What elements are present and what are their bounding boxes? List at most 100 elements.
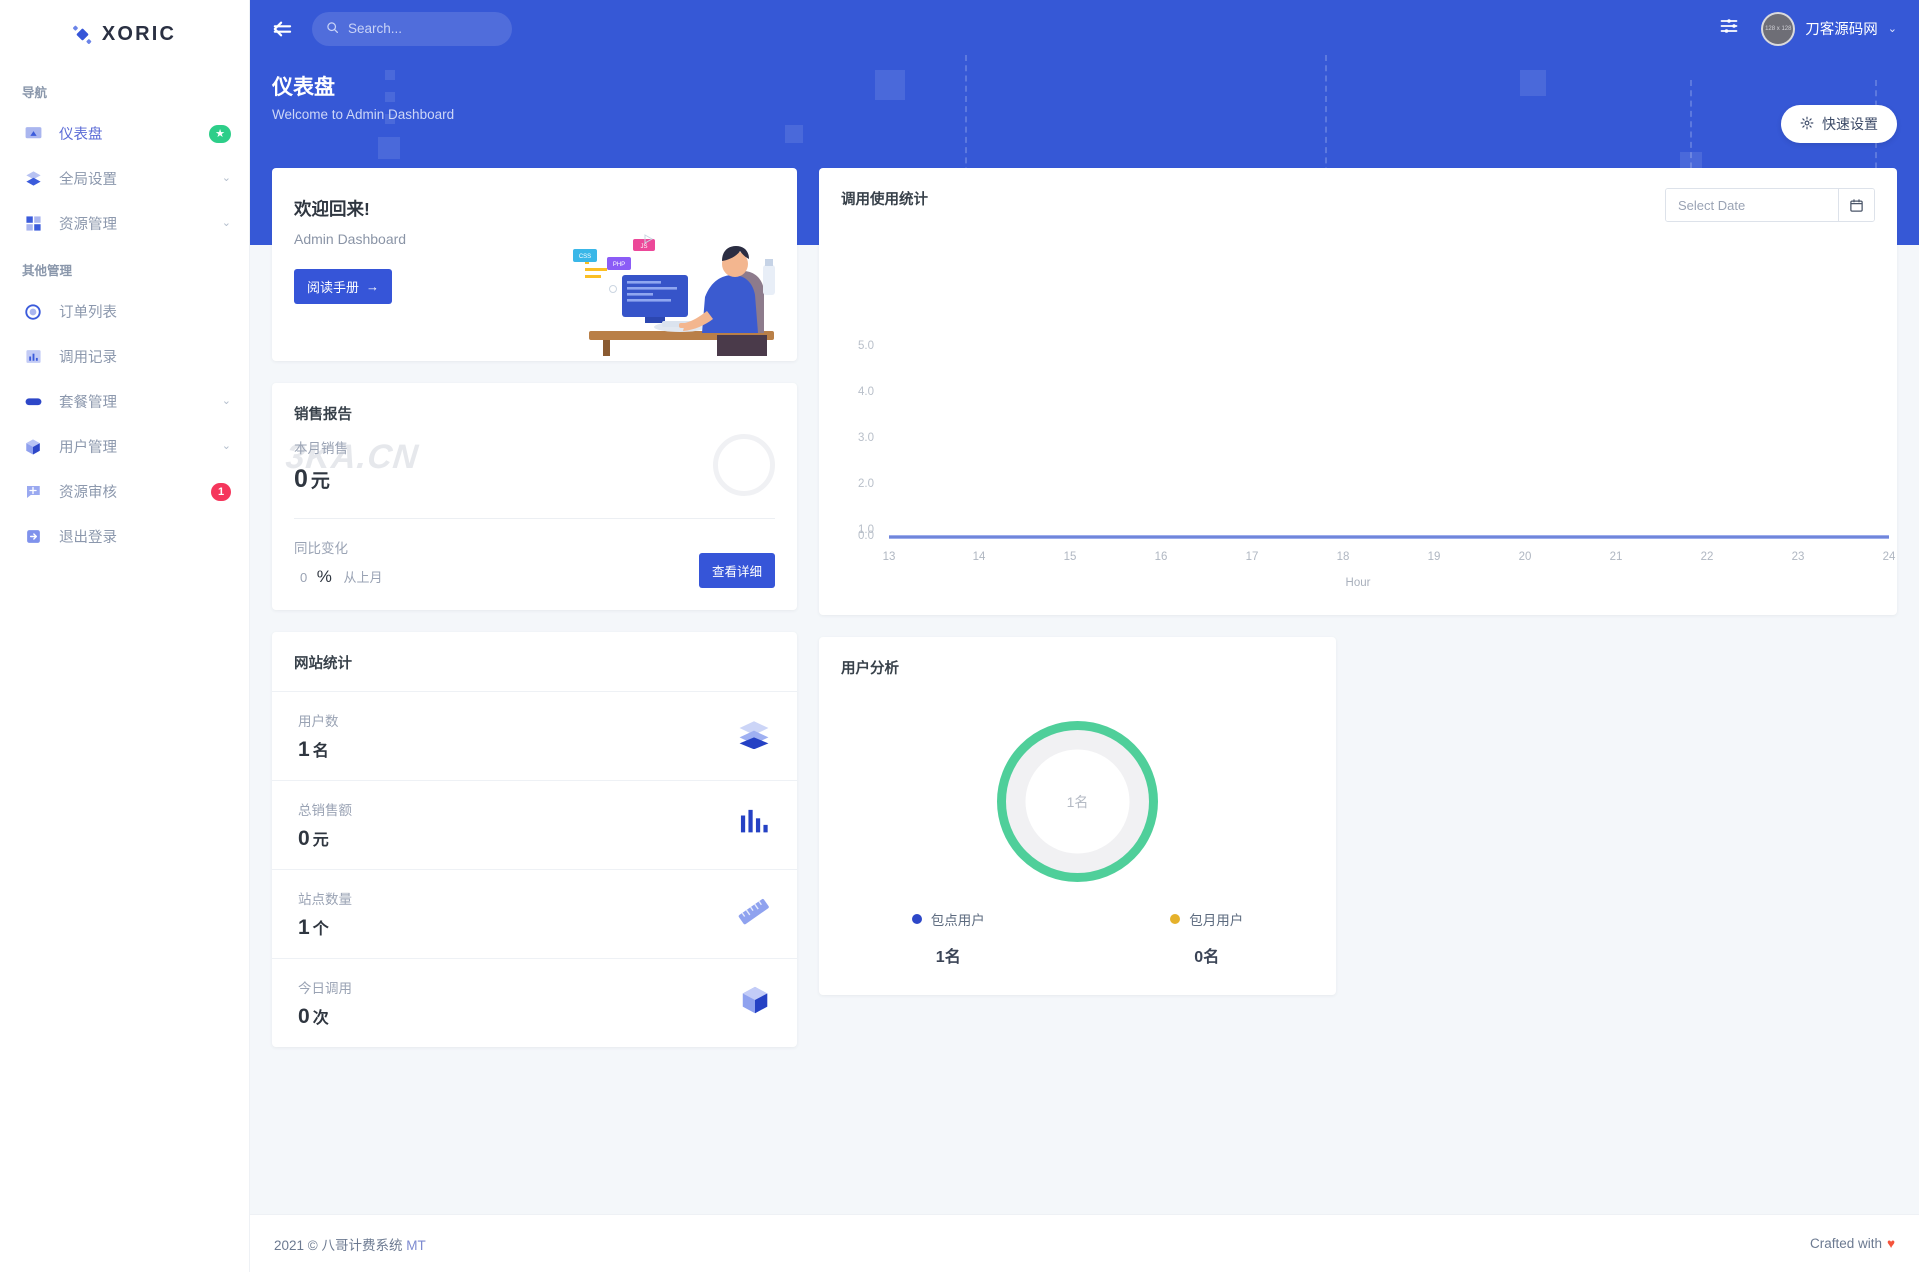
sidebar-item-package-management[interactable]: 套餐管理 ⌄ [0,379,249,424]
sidebar-item-resource-management[interactable]: 资源管理 ⌄ [0,201,249,246]
sidebar-item-label: 仪表盘 [59,127,103,143]
cube-icon [22,436,44,458]
sales-report-body: 3KA.CN 本月销售 0元 [272,424,797,519]
legend-value: 1名 [935,949,961,966]
ruler-icon [737,897,771,932]
stat-value: 1个 [298,915,352,940]
monthly-sales-label: 本月销售 [294,440,348,456]
sales-change-row: 同比变化 0 % 从上月 查看详细 [272,519,797,610]
xtick-18: 18 [1337,551,1350,563]
stat-row-total-sales: 总销售额 0元 [272,780,797,869]
stat-unit: 名 [312,743,329,760]
arrow-right-icon: → [366,279,380,294]
stat-label: 用户数 [298,714,339,729]
status-badge-star: ★ [209,124,231,143]
xtick-17: 17 [1246,551,1259,563]
sidebar-item-label: 资源管理 [59,217,117,233]
sidebar-item-label: 用户管理 [59,440,117,456]
search-input[interactable] [348,21,498,36]
ytick-4: 4.0 [858,386,874,398]
change-note: 从上月 [343,570,383,585]
chevron-down-icon: ⌄ [1887,23,1897,35]
main-area: 128 x 128 刀客源码网 ⌄ 仪表盘 Welcome to Admin D… [250,0,1919,1272]
change-number: 0 [300,570,308,585]
search-box[interactable] [312,11,512,46]
sidebar-item-call-records[interactable]: 调用记录 [0,334,249,379]
svg-text:JS: JS [640,244,647,250]
footer-copyright: 2021 © 八哥计费系统 MT [274,1234,426,1254]
footer-credit-text: Crafted with [1809,1236,1882,1251]
view-detail-button[interactable]: 查看详细 [698,553,775,588]
grid-icon [22,213,44,235]
select-date-input[interactable] [1666,189,1838,221]
read-manual-button[interactable]: 阅读手册 → [294,269,393,304]
ytick-2: 2.0 [858,478,874,490]
deco-square [378,137,400,159]
stat-row-today-calls: 今日调用 0次 [272,958,797,1047]
sidebar-item-resource-review[interactable]: 资源审核 1 [0,469,249,514]
brand-logo[interactable]: XORIC [0,0,249,68]
sales-progress-ring [713,434,775,496]
sidebar-item-label: 调用记录 [59,350,117,366]
xtick-21: 21 [1610,551,1623,563]
read-manual-label: 阅读手册 [307,280,360,295]
stat-number: 1 [298,738,310,761]
xtick-19: 19 [1428,551,1441,563]
legend-top: 包点用户 [819,909,1078,929]
xtick-22: 22 [1701,551,1714,563]
search-icon [326,21,339,37]
topbar-right: 128 x 128 刀客源码网 ⌄ [1719,11,1897,46]
dashboard-icon [22,123,44,145]
gear-icon [1800,116,1814,133]
cube-3d-icon [739,985,771,1022]
sales-report-title: 销售报告 [294,407,352,423]
sales-report-card: 销售报告 3KA.CN 本月销售 0元 同比变化 0 % 从上月 查看详细 [272,383,797,610]
chevron-down-icon: ⌄ [221,395,231,407]
quick-settings-button[interactable]: 快速设置 [1781,105,1897,143]
app-root: XORIC 导航 仪表盘 ★ 全局设置 ⌄ 资源管理 ⌄ 其他管理 订单列表 调… [0,0,1919,1272]
sidebar-item-label: 全局设置 [59,172,117,188]
calendar-icon[interactable] [1838,189,1874,221]
welcome-subtitle: Admin Dashboard [294,231,407,247]
heart-icon: ♥ [1886,1236,1895,1251]
sidebar-item-user-management[interactable]: 用户管理 ⌄ [0,424,249,469]
footer-credit: Crafted with ♥ [1810,1236,1895,1251]
sidebar-item-logout[interactable]: 退出登录 [0,514,249,559]
topbar: 128 x 128 刀客源码网 ⌄ [250,0,1919,57]
avatar: 128 x 128 [1761,11,1796,46]
xtick-20: 20 [1519,551,1532,563]
legend-value: 0名 [1194,949,1220,966]
sidebar-item-label: 套餐管理 [59,395,117,411]
sidebar-item-order-list[interactable]: 订单列表 [0,289,249,334]
stat-value: 0元 [298,826,352,851]
xtick-labels: 13 14 15 16 17 18 19 20 21 22 23 24 [883,551,1896,563]
chevron-down-icon: ⌄ [221,172,231,184]
xtick-15: 15 [1064,551,1077,563]
legend-label: 包月用户 [1189,913,1244,928]
sidebar-item-label: 订单列表 [59,305,117,321]
svg-text:PHP: PHP [613,262,625,268]
hero-heading-block: 仪表盘 Welcome to Admin Dashboard [250,57,1919,122]
page-subtitle: Welcome to Admin Dashboard [272,107,455,122]
date-picker[interactable] [1665,188,1875,222]
chart-header: 调用使用统计 [819,168,1897,222]
ytick-3: 3.0 [858,432,874,444]
logout-icon [22,526,44,548]
stat-text: 用户数 1名 [298,710,339,762]
sidebar-item-global-settings[interactable]: 全局设置 ⌄ [0,156,249,201]
nav-list-primary: 仪表盘 ★ 全局设置 ⌄ 资源管理 ⌄ [0,111,249,246]
sidebar-item-dashboard[interactable]: 仪表盘 ★ [0,111,249,156]
quick-settings-label: 快速设置 [1822,116,1878,132]
change-label: 同比变化 [294,541,348,556]
stat-text: 站点数量 1个 [298,888,352,940]
site-stats-card: 网站统计 用户数 1名 总销售额 0 元 站点数量 1 个 今日调用 0 次 [272,632,797,1047]
footer-link-mt[interactable]: MT [406,1238,426,1253]
legend-item-monthly-users: 包月用户 0名 [1078,909,1337,967]
sliders-icon[interactable] [1719,16,1739,41]
layers-icon [22,168,44,190]
collapse-left-icon[interactable] [268,20,296,38]
user-menu[interactable]: 128 x 128 刀客源码网 ⌄ [1761,11,1897,46]
change-unit: % [316,567,332,586]
usage-chart-title: 调用使用统计 [841,192,928,208]
stat-text: 今日调用 0次 [298,977,352,1029]
